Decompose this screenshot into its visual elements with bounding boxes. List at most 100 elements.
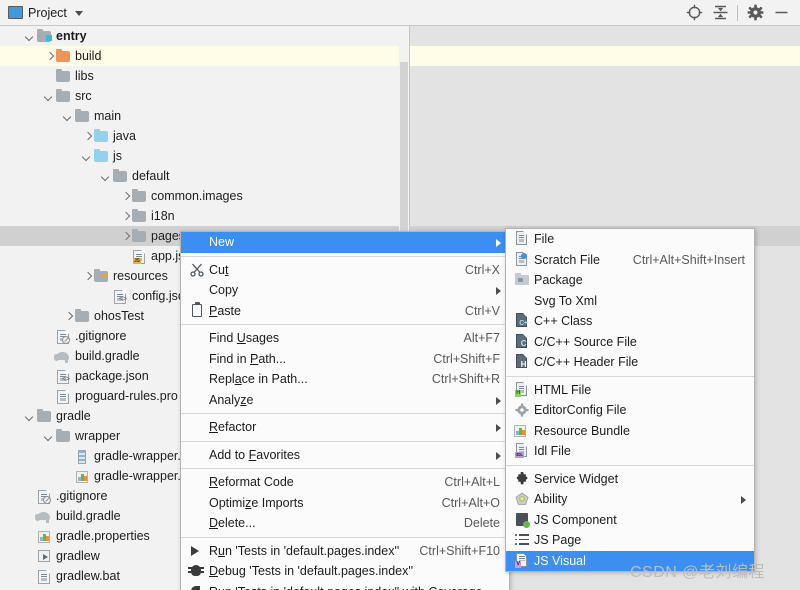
package-icon [515, 272, 529, 286]
context-menu[interactable]: New Cut Ctrl+X Copy Paste Ctrl+V Find Usages Al… [180, 231, 510, 590]
collapse-all-icon[interactable] [707, 0, 733, 25]
menu-item-icon [187, 350, 207, 368]
submenu-item[interactable]: Ability [506, 489, 754, 510]
tree-node-label: src [75, 89, 92, 103]
minimize-icon[interactable] [768, 0, 794, 25]
menu-item-shortcut: Ctrl+Shift+F10 [419, 543, 500, 558]
locate-target-icon[interactable] [681, 0, 707, 25]
menu-item-label: Find Usages [209, 331, 280, 346]
submenu-item[interactable]: JS Page [506, 530, 754, 551]
submenu-item[interactable]: Resource Bundle [506, 421, 754, 442]
submenu-item-label: C++ Class [534, 314, 593, 329]
tree-toggle-down-icon[interactable] [25, 411, 36, 422]
submenu-item-label: Scratch File [534, 252, 600, 267]
run-icon [191, 545, 199, 556]
tree-toggle-right-icon[interactable] [120, 211, 131, 222]
menu-item[interactable]: Replace in Path... Ctrl+Shift+R [181, 369, 509, 390]
menu-item[interactable]: Delete... Delete [181, 513, 509, 534]
tree-node-label: i18n [151, 209, 175, 223]
menu-item-icon [187, 514, 207, 532]
tree-node-icon [55, 48, 71, 64]
menu-item-icon [187, 281, 207, 299]
tree-toggle-right-icon[interactable] [120, 231, 131, 242]
project-title-group[interactable]: Project [8, 0, 83, 25]
tree-node-icon [74, 448, 90, 464]
submenu-item[interactable]: H C/C++ Header File [506, 352, 754, 373]
menu-item[interactable]: Find in Path... Ctrl+Shift+F [181, 349, 509, 370]
menu-item[interactable]: Debug 'Tests in 'default.pages.index'' [181, 561, 509, 582]
tree-node-icon [74, 108, 90, 124]
tree-node-label: gradle-wrapper. [94, 449, 181, 463]
menu-item[interactable]: Optimize Imports Ctrl+Alt+O [181, 493, 509, 514]
tree-node-label: gradle.properties [56, 529, 150, 543]
tree-toggle-right-icon[interactable] [63, 311, 74, 322]
folder-icon [56, 68, 70, 82]
submenu-item-label: HTML File [534, 382, 592, 397]
menu-item[interactable]: Find Usages Alt+F7 [181, 328, 509, 349]
tree-node-label: entry [56, 29, 87, 43]
submenu-item[interactable]: JS Component [506, 510, 754, 531]
tree-node-icon [36, 408, 52, 424]
submenu-item[interactable]: Package [506, 270, 754, 291]
submenu-item[interactable]: Scratch File Ctrl+Alt+Shift+Insert [506, 250, 754, 271]
submenu-item[interactable]: V JS Visual [506, 550, 754, 571]
tree-toggle-down-icon[interactable] [101, 171, 112, 182]
menu-item[interactable]: New [181, 232, 509, 253]
c-header-file-icon: H [516, 354, 527, 369]
menu-item-shortcut: Ctrl+Shift+R [431, 372, 500, 387]
submenu-item[interactable]: C C/C++ Source File [506, 332, 754, 353]
submenu-item[interactable]: Svg To Xml [506, 291, 754, 312]
menu-item-label: Reformat Code [209, 475, 294, 490]
submenu-item[interactable]: IDL Idl File [506, 441, 754, 462]
tree-toggle-down-icon[interactable] [25, 31, 36, 42]
menu-item-icon [187, 370, 207, 388]
tree-toggle-right-icon[interactable] [82, 271, 93, 282]
menu-item[interactable]: Reformat Code Ctrl+Alt+L [181, 472, 509, 493]
tree-toggle-down-icon[interactable] [63, 111, 74, 122]
script-file-icon [38, 550, 50, 562]
menu-item[interactable]: Analyze [181, 390, 509, 411]
submenu-item[interactable]: C+ C++ Class [506, 311, 754, 332]
menu-separator [181, 536, 509, 538]
tree-node-label: proguard-rules.pro [75, 389, 178, 403]
tree-toggle-right-icon[interactable] [82, 131, 93, 142]
menu-item[interactable]: Copy [181, 280, 509, 301]
new-submenu[interactable]: File Scratch File Ctrl+Alt+Shift+Insert Pac… [505, 228, 755, 572]
submenu-item-icon [512, 251, 532, 269]
tree-toggle-down-icon[interactable] [82, 151, 93, 162]
submenu-item[interactable]: H HTML File [506, 380, 754, 401]
editorconfig-icon [515, 403, 529, 417]
tree-toggle-right-icon[interactable] [120, 191, 131, 202]
menu-item[interactable]: Refactor [181, 417, 509, 438]
scissors-icon [190, 263, 204, 277]
tree-toggle-right-icon[interactable] [44, 51, 55, 62]
tree-node-icon [55, 388, 71, 404]
gear-icon[interactable] [742, 0, 768, 25]
project-icon [8, 6, 23, 19]
menu-item-shortcut: Ctrl+V [464, 303, 500, 318]
folder-icon [132, 208, 146, 222]
menu-item[interactable]: Add to Favorites [181, 445, 509, 466]
chevron-down-icon[interactable] [74, 11, 83, 16]
tree-node-label: gradlew [56, 549, 100, 563]
tree-node-icon [112, 168, 128, 184]
submenu-arrow-icon [496, 396, 501, 405]
menu-item[interactable]: Run 'Tests in 'default.pages.index'' Ctrl… [181, 541, 509, 562]
submenu-item-icon [512, 422, 532, 440]
menu-separator [506, 375, 754, 377]
tree-toggle-down-icon[interactable] [44, 91, 55, 102]
submenu-item[interactable]: File [506, 229, 754, 250]
folder-icon [75, 308, 89, 322]
tree-node-label: gradle [56, 409, 91, 423]
tree-node-icon [54, 348, 71, 364]
submenu-item[interactable]: EditorConfig File [506, 400, 754, 421]
menu-item[interactable]: Paste Ctrl+V [181, 301, 509, 322]
tree-toggle-down-icon[interactable] [44, 431, 55, 442]
submenu-item[interactable]: Service Widget [506, 469, 754, 490]
menu-item[interactable]: Cut Ctrl+X [181, 260, 509, 281]
menu-item-label: Cut [209, 262, 229, 277]
menu-item[interactable]: Run 'Tests in 'default.pages.index'' wit… [181, 582, 509, 590]
menu-separator [181, 468, 509, 469]
tree-scrollbar-thumb[interactable] [400, 62, 408, 256]
